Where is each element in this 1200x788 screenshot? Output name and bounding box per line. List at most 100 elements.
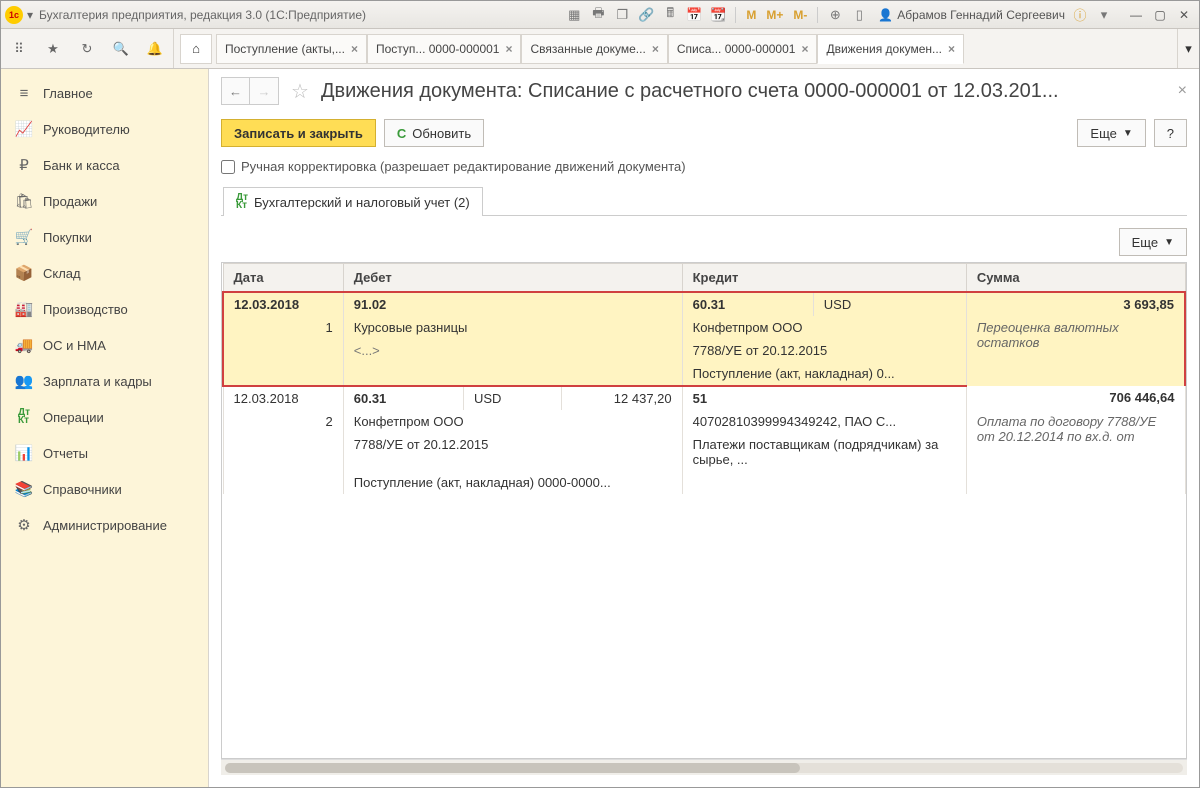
content-close-button[interactable]: ×: [1178, 82, 1187, 100]
cell-date: 12.03.2018: [223, 386, 343, 410]
sidebar-item-label: Производство: [43, 302, 128, 317]
cell-credit-l4: Поступление (акт, накладная) 0...: [682, 362, 966, 386]
m-button[interactable]: M: [744, 8, 758, 22]
apps-grid-icon[interactable]: ⠿: [9, 39, 29, 59]
sidebar-item-label: Отчеты: [43, 446, 88, 461]
doc-tab-1[interactable]: Поступ... 0000-000001×: [367, 34, 522, 64]
nav-back-button[interactable]: ←: [222, 78, 250, 104]
sidebar-item-operations[interactable]: ДтКтОперации: [1, 399, 208, 435]
save-close-button[interactable]: Записать и закрыть: [221, 119, 376, 147]
dtkt-icon: ДтКт: [236, 194, 248, 210]
tab-close-icon[interactable]: ×: [505, 42, 512, 56]
tb-copy-icon[interactable]: ❐: [613, 6, 631, 24]
sidebar-item-reports[interactable]: 📊Отчеты: [1, 435, 208, 471]
tb-calendar-icon[interactable]: 📅: [685, 6, 703, 24]
favorite-star-icon[interactable]: ★: [43, 39, 63, 59]
save-close-label: Записать и закрыть: [234, 126, 363, 141]
cell-credit-l2: Конфетпром ООО: [682, 316, 966, 339]
books-icon: 📚: [15, 480, 33, 498]
window-close-icon[interactable]: ✕: [1173, 6, 1195, 24]
cell-debit-l4: Поступление (акт, накладная) 0000-0000..…: [343, 471, 682, 494]
window-minimize-icon[interactable]: —: [1125, 6, 1147, 24]
scroll-thumb[interactable]: [225, 763, 800, 773]
doc-tab-2[interactable]: Связанные докуме...×: [521, 34, 667, 64]
cell-credit-l2: 40702810399994349242, ПАО С...: [682, 410, 966, 433]
sidebar-item-warehouse[interactable]: 📦Склад: [1, 255, 208, 291]
col-credit[interactable]: Кредит: [682, 264, 966, 293]
home-tab[interactable]: ⌂: [180, 34, 212, 64]
transactions-table: Дата Дебет Кредит Сумма 12.03.2018 91.02…: [222, 263, 1186, 494]
table-row[interactable]: 12.03.2018 60.31 USD 12 437,20 51 706 44…: [223, 386, 1185, 410]
cell-debit-l2: Конфетпром ООО: [343, 410, 682, 433]
sidebar-item-hr[interactable]: 👥Зарплата и кадры: [1, 363, 208, 399]
tb-icon-grid[interactable]: ▦: [565, 6, 583, 24]
sidebar-item-production[interactable]: 🏭Производство: [1, 291, 208, 327]
help-button[interactable]: ?: [1154, 119, 1187, 147]
table-row[interactable]: 2 Конфетпром ООО 40702810399994349242, П…: [223, 410, 1185, 433]
sidebar-item-sales[interactable]: 🛍Продажи: [1, 183, 208, 219]
table-more-button[interactable]: Еще▼: [1119, 228, 1187, 256]
tb-calc-icon[interactable]: 🖩: [661, 6, 679, 24]
table-scroll[interactable]: Дата Дебет Кредит Сумма 12.03.2018 91.02…: [221, 262, 1187, 759]
nav-group: ← →: [221, 77, 279, 105]
tabs-overflow[interactable]: ▾: [1177, 29, 1199, 68]
cart-icon: 🛒: [15, 228, 33, 246]
sidebar-item-admin[interactable]: ⚙Администрирование: [1, 507, 208, 543]
doc-tab-0[interactable]: Поступление (акты,... ×: [216, 34, 367, 64]
horizontal-scrollbar[interactable]: [221, 759, 1187, 775]
tb-zoom-icon[interactable]: ⊕: [826, 6, 844, 24]
table-row[interactable]: 12.03.2018 91.02 60.31 USD 3 693,85: [223, 292, 1185, 316]
cell-sum-desc: Переоценка валютных остатков: [966, 316, 1185, 386]
user-badge[interactable]: 👤 Абрамов Геннадий Сергеевич: [878, 8, 1065, 22]
tab-close-icon[interactable]: ×: [351, 42, 358, 56]
content-area: ← → ☆ Движения документа: Списание с рас…: [209, 69, 1199, 787]
cell-debit-l3: 7788/УЕ от 20.12.2015: [343, 433, 682, 471]
manual-edit-label: Ручная корректировка (разрешает редактир…: [241, 159, 686, 174]
sidebar-item-purchases[interactable]: 🛒Покупки: [1, 219, 208, 255]
dropdown-icon[interactable]: ▾: [1095, 6, 1113, 24]
cell-debit-amt: 12 437,20: [562, 386, 682, 410]
search-icon[interactable]: 🔍: [111, 39, 131, 59]
subtab-accounting[interactable]: ДтКт Бухгалтерский и налоговый учет (2): [223, 187, 483, 216]
col-debit[interactable]: Дебет: [343, 264, 682, 293]
cell-debit-l3: <...>: [343, 339, 682, 362]
nav-forward-button[interactable]: →: [250, 78, 278, 104]
sidebar-item-references[interactable]: 📚Справочники: [1, 471, 208, 507]
doc-tab-3[interactable]: Списа... 0000-000001×: [668, 34, 818, 64]
app-menu-dropdown[interactable]: ▾: [27, 8, 33, 22]
sidebar-item-director[interactable]: 📈Руководителю: [1, 111, 208, 147]
doc-tab-label: Поступление (акты,...: [225, 42, 345, 56]
more-label: Еще: [1090, 126, 1116, 141]
m-plus-button[interactable]: M+: [764, 8, 785, 22]
manual-edit-checkbox[interactable]: [221, 160, 235, 174]
main-toolbar: ⠿ ★ ↻ 🔍 🔔 ⌂ Поступление (акты,... × Посту…: [1, 29, 1199, 69]
doc-tab-4[interactable]: Движения докумен...×: [817, 34, 964, 64]
info-icon[interactable]: ⓘ: [1071, 6, 1089, 24]
history-icon[interactable]: ↻: [77, 39, 97, 59]
tab-close-icon[interactable]: ×: [652, 42, 659, 56]
bell-icon[interactable]: 🔔: [145, 39, 165, 59]
tab-close-icon[interactable]: ×: [801, 42, 808, 56]
tb-link-icon[interactable]: 🔗: [637, 6, 655, 24]
col-date[interactable]: Дата: [223, 264, 343, 293]
window-maximize-icon[interactable]: ▢: [1149, 6, 1171, 24]
cell-credit-acc: 51: [682, 386, 966, 410]
app-logo-icon: 1c: [5, 6, 23, 24]
col-sum[interactable]: Сумма: [966, 264, 1185, 293]
tb-print-icon[interactable]: 🖶: [589, 6, 607, 24]
m-minus-button[interactable]: M-: [791, 8, 809, 22]
user-icon: 👤: [878, 8, 893, 22]
more-button[interactable]: Еще▼: [1077, 119, 1145, 147]
refresh-button[interactable]: СОбновить: [384, 119, 484, 147]
cell-date: 12.03.2018: [223, 292, 343, 316]
sidebar-item-bank[interactable]: ₽Банк и касса: [1, 147, 208, 183]
sidebar-item-label: Склад: [43, 266, 81, 281]
tb-date-icon[interactable]: 📆: [709, 6, 727, 24]
tab-close-icon[interactable]: ×: [948, 42, 955, 56]
titlebar: 1c ▾ Бухгалтерия предприятия, редакция 3…: [1, 1, 1199, 29]
sidebar-item-main[interactable]: ≡Главное: [1, 75, 208, 111]
sidebar-item-assets[interactable]: 🚚ОС и НМА: [1, 327, 208, 363]
tb-panel-icon[interactable]: ▯: [850, 6, 868, 24]
favorite-toggle[interactable]: ☆: [291, 79, 309, 104]
table-row[interactable]: 1 Курсовые разницы Конфетпром ООО Переоц…: [223, 316, 1185, 339]
